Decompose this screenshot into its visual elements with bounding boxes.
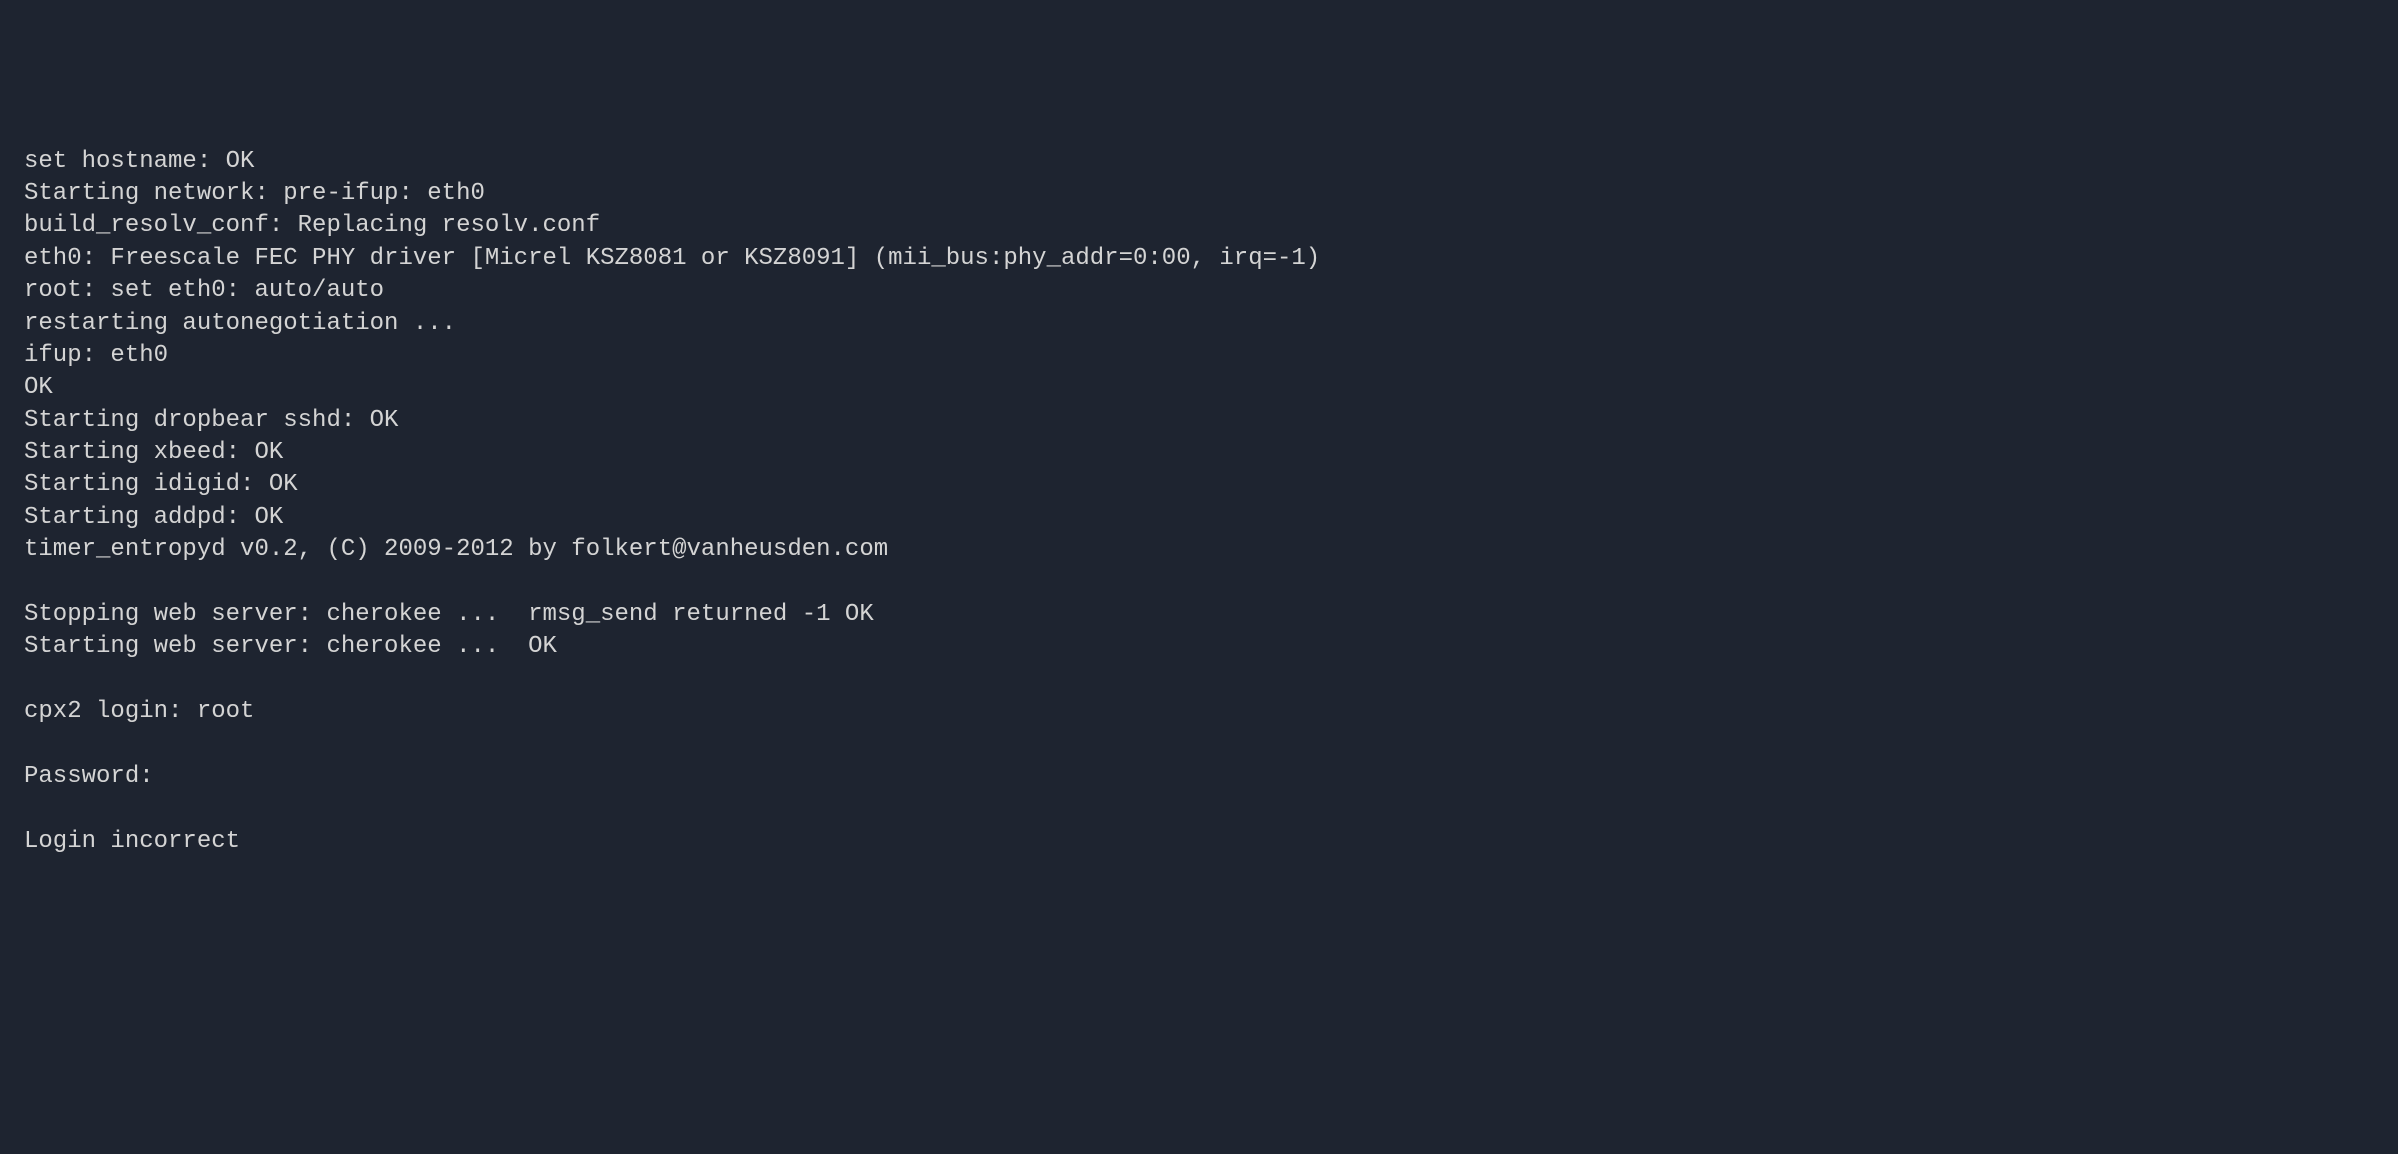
terminal-line: Starting network: pre-ifup: eth0 bbox=[24, 178, 2374, 210]
terminal-line: Starting xbeed: OK bbox=[24, 437, 2374, 469]
terminal-line: Starting web server: cherokee ... OK bbox=[24, 631, 2374, 663]
terminal-line: Password: bbox=[24, 761, 2374, 793]
terminal-line: cpx2 login: root bbox=[24, 696, 2374, 728]
terminal-line: Login incorrect bbox=[24, 826, 2374, 858]
terminal-line bbox=[24, 664, 2374, 696]
terminal-line: restarting autonegotiation ... bbox=[24, 308, 2374, 340]
terminal-line: build_resolv_conf: Replacing resolv.conf bbox=[24, 210, 2374, 242]
terminal-line: Starting idigid: OK bbox=[24, 469, 2374, 501]
terminal-line: ifup: eth0 bbox=[24, 340, 2374, 372]
terminal-line: root: set eth0: auto/auto bbox=[24, 275, 2374, 307]
terminal-line: Starting dropbear sshd: OK bbox=[24, 405, 2374, 437]
terminal-line: OK bbox=[24, 372, 2374, 404]
terminal-output[interactable]: set hostname: OKStarting network: pre-if… bbox=[24, 146, 2374, 859]
terminal-line bbox=[24, 793, 2374, 825]
terminal-line: Stopping web server: cherokee ... rmsg_s… bbox=[24, 599, 2374, 631]
terminal-line: Starting addpd: OK bbox=[24, 502, 2374, 534]
terminal-line: set hostname: OK bbox=[24, 146, 2374, 178]
terminal-line bbox=[24, 567, 2374, 599]
terminal-line: timer_entropyd v0.2, (C) 2009-2012 by fo… bbox=[24, 534, 2374, 566]
terminal-line bbox=[24, 729, 2374, 761]
terminal-line: eth0: Freescale FEC PHY driver [Micrel K… bbox=[24, 243, 2374, 275]
